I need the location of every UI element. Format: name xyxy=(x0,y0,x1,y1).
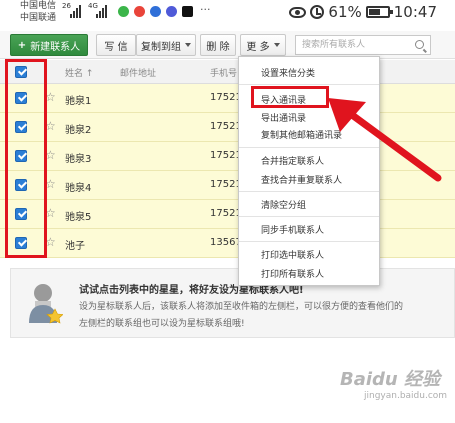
signal-icon xyxy=(96,5,107,18)
contact-name: 驰泉4 xyxy=(65,183,92,194)
signal-icon xyxy=(70,5,81,18)
contacts-toolbar: + 新建联系人 写 信 复制到组 删 除 更 多 搜索所有联系人 xyxy=(0,31,455,59)
more-notifications-icon: ··· xyxy=(200,3,211,16)
new-contact-label: 新建联系人 xyxy=(30,41,81,53)
carrier-1: 中国电信 xyxy=(20,1,57,11)
watermark-brand: Baidu 经验 xyxy=(340,369,441,390)
red-arrow-icon xyxy=(328,98,442,182)
menu-item-clear-empty-groups[interactable]: 清除空分组 xyxy=(261,198,306,211)
app-notification-icon xyxy=(118,6,129,17)
starred-contact-tip: 试试点击列表中的星星，将好友设为星标联系人吧! 设为星标联系人后，该联系人将添加… xyxy=(10,268,455,338)
app-notification-icon xyxy=(150,6,161,17)
menu-item-print-selected[interactable]: 打印选中联系人 xyxy=(261,248,324,261)
menu-separator xyxy=(239,241,379,242)
battery-icon xyxy=(365,6,393,18)
tip-body-line-2: 左侧栏的联系组也可以设为星标联系组哦! xyxy=(79,319,245,329)
tiktok-icon xyxy=(182,6,193,17)
app-notification-icon xyxy=(166,6,177,17)
delete-button[interactable]: 删 除 xyxy=(200,34,236,56)
chevron-down-icon xyxy=(185,43,191,47)
column-email[interactable]: 邮件地址 xyxy=(120,66,156,79)
column-name[interactable]: 姓名 ↑ xyxy=(65,66,93,79)
checkbox-highlight-box xyxy=(5,59,47,258)
eye-icon xyxy=(289,6,307,18)
delete-label: 删 除 xyxy=(206,41,230,53)
battery-percent: 61% xyxy=(328,3,362,21)
copy-to-group-label: 复制到组 xyxy=(141,41,181,53)
more-label: 更 多 xyxy=(246,41,270,53)
clock: 10:47 xyxy=(393,3,437,21)
tip-body-line-1: 设为星标联系人后，该联系人将添加至收件箱的左侧栏，可以很方便的查看他们的 xyxy=(79,302,404,312)
status-right: 61% 10:47 xyxy=(289,3,437,21)
contact-name: 池子 xyxy=(65,241,85,252)
alarm-icon xyxy=(310,5,325,19)
carrier-2: 中国联通 xyxy=(20,13,57,23)
search-input[interactable]: 搜索所有联系人 xyxy=(295,35,431,55)
menu-item-export-contacts[interactable]: 导出通讯录 xyxy=(261,111,306,124)
import-highlight-box xyxy=(251,86,329,108)
status-bar: 中国电信 中国联通 26 4G ··· 61% 10:47 xyxy=(0,0,455,28)
menu-separator xyxy=(239,84,379,85)
user-avatar-icon xyxy=(29,284,63,324)
more-button[interactable]: 更 多 xyxy=(240,34,286,56)
write-button[interactable]: 写 信 xyxy=(96,34,136,56)
write-label: 写 信 xyxy=(104,41,128,53)
watermark-url: jingyan.baidu.com xyxy=(364,391,448,401)
menu-separator xyxy=(239,216,379,217)
contact-name: 驰泉3 xyxy=(65,154,92,165)
menu-item-set-mail-category[interactable]: 设置来信分类 xyxy=(261,66,315,79)
baidu-jingyan-watermark: Baidu 经验 jingyan.baidu.com xyxy=(340,365,447,401)
table-header: 姓名 ↑ 邮件地址 手机号 xyxy=(0,60,455,84)
menu-item-sync-phone-contacts[interactable]: 同步手机联系人 xyxy=(261,223,324,236)
table-row[interactable]: ☆ 池子 13567 xyxy=(0,229,455,258)
column-phone[interactable]: 手机号 xyxy=(210,66,237,79)
search-placeholder: 搜索所有联系人 xyxy=(302,40,366,50)
search-icon[interactable] xyxy=(415,40,424,49)
copy-to-group-button[interactable]: 复制到组 xyxy=(136,34,196,56)
menu-separator xyxy=(239,191,379,192)
contact-name: 驰泉5 xyxy=(65,212,92,223)
contact-name: 驰泉1 xyxy=(65,96,92,107)
contact-name: 驰泉2 xyxy=(65,125,92,136)
menu-item-merge-specified[interactable]: 合并指定联系人 xyxy=(261,154,324,167)
chevron-down-icon xyxy=(273,43,280,47)
plus-icon: + xyxy=(17,39,27,51)
menu-item-print-all[interactable]: 打印所有联系人 xyxy=(261,267,324,280)
table-row[interactable]: ☆ 驰泉5 17521 xyxy=(0,200,455,229)
app-notification-icon xyxy=(134,6,145,17)
new-contact-button[interactable]: + 新建联系人 xyxy=(10,34,88,56)
carrier-labels: 中国电信 中国联通 xyxy=(20,0,56,24)
